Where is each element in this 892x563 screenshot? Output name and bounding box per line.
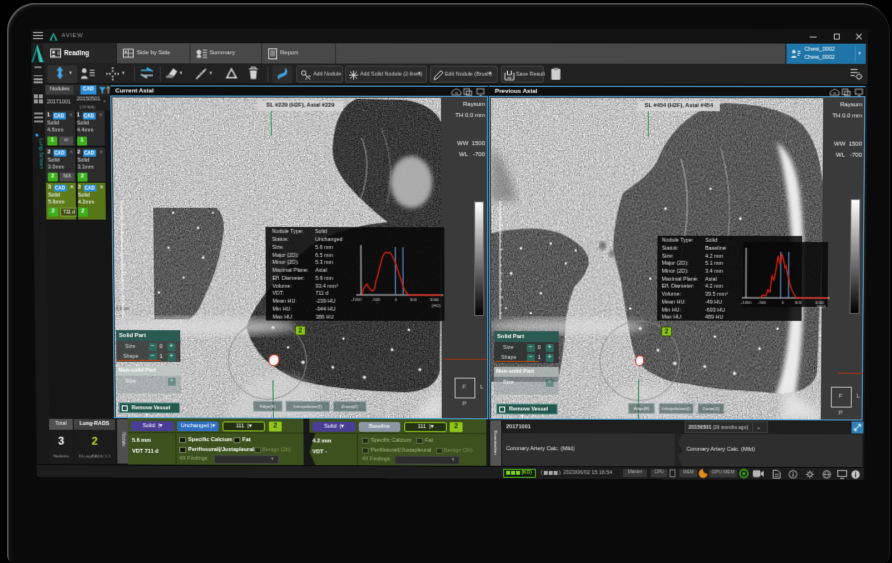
svg-text:(HU): (HU) [432, 303, 441, 308]
svg-text:500: 500 [795, 300, 803, 305]
svg-text:-500: -500 [758, 300, 767, 305]
svg-text:-1000: -1000 [741, 300, 752, 305]
svg-text:1000: 1000 [430, 297, 440, 302]
svg-text:-1000: -1000 [351, 297, 362, 302]
svg-text:-500: -500 [372, 297, 381, 302]
svg-text:(HU): (HU) [817, 304, 826, 308]
svg-text:0: 0 [395, 297, 398, 302]
svg-text:0: 0 [782, 300, 785, 305]
svg-text:500: 500 [410, 297, 418, 302]
